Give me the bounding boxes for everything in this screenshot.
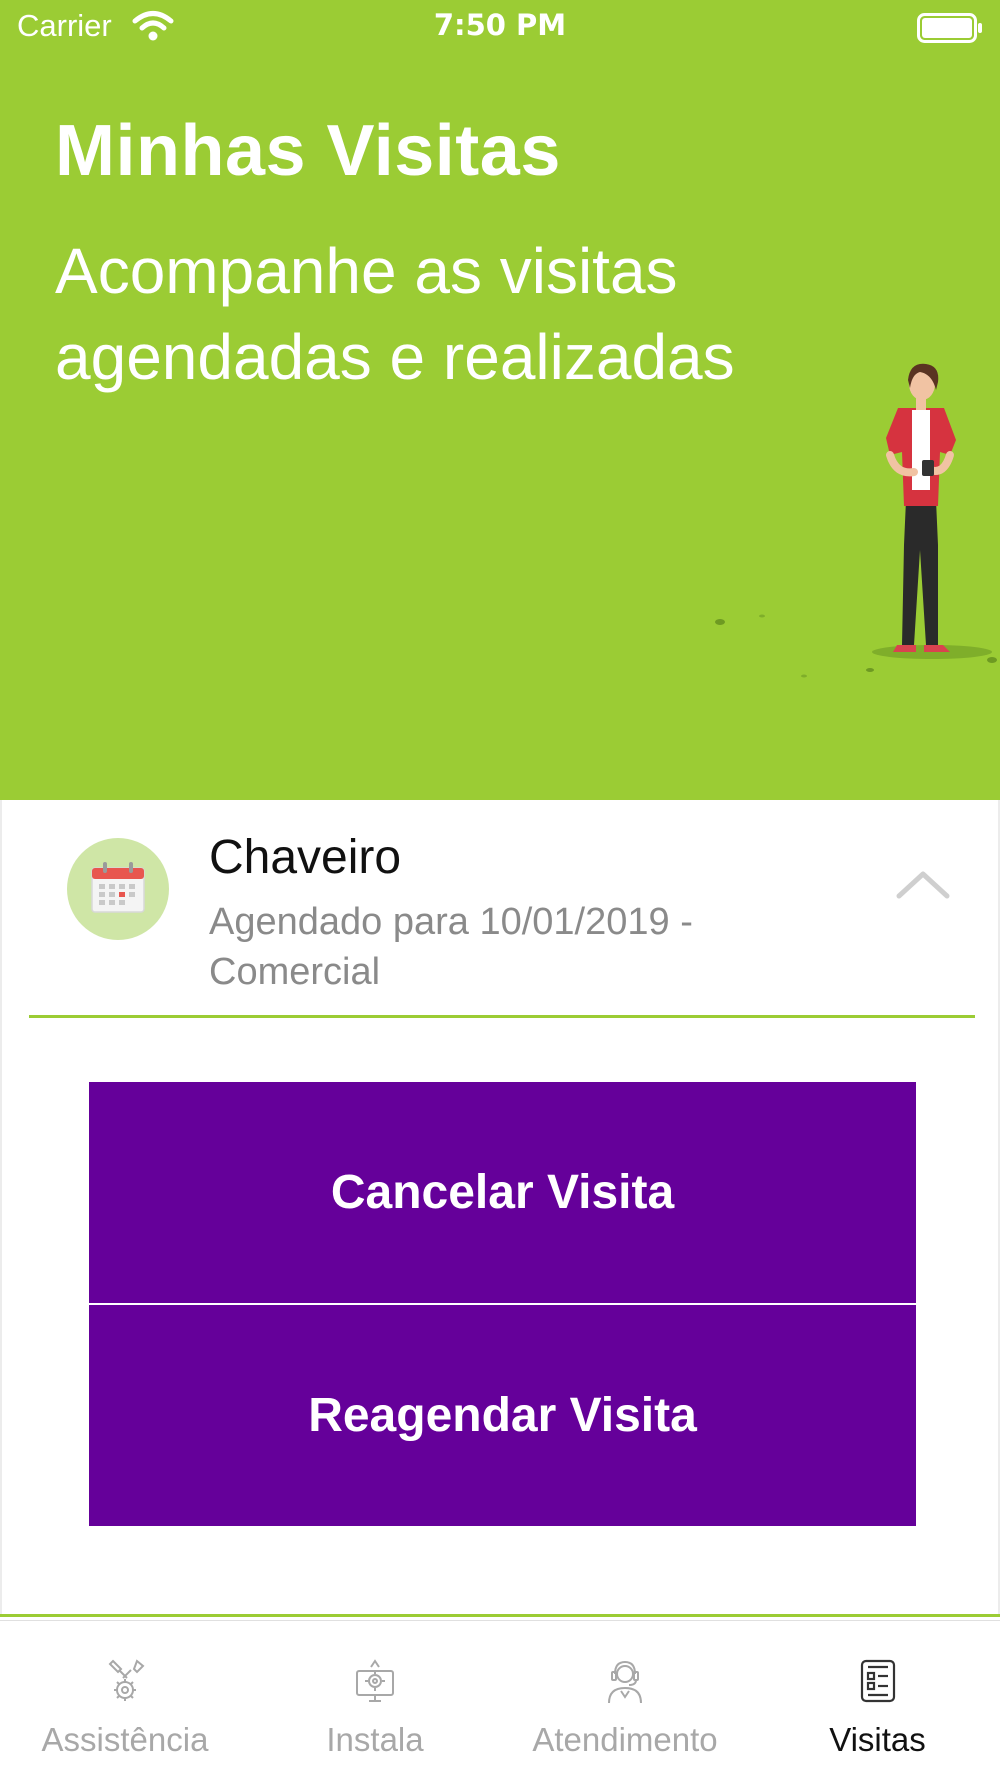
tab-label: Instala: [326, 1721, 424, 1758]
visit-item-header[interactable]: Chaveiro Agendado para 10/01/2019 - Come…: [2, 800, 1000, 1016]
visits-screen: Carrier 7:50 PM Minhas Visitas Acompanhe…: [0, 0, 1000, 1778]
reschedule-visit-button[interactable]: Reagendar Visita: [89, 1305, 916, 1526]
page-title: Minhas Visitas: [55, 111, 561, 191]
tab-assistencia[interactable]: Assistência: [20, 1621, 230, 1778]
cancel-visit-button[interactable]: Cancelar Visita: [89, 1082, 916, 1303]
calendar-icon: [91, 862, 145, 913]
status-bar: Carrier 7:50 PM: [0, 0, 1000, 56]
tab-bar-accent-line: [0, 1614, 1000, 1617]
visit-subtitle: Agendado para 10/01/2019 - Comercial: [209, 901, 693, 993]
visit-divider: [29, 1015, 975, 1018]
tab-label: Assistência: [41, 1721, 209, 1758]
tab-instala[interactable]: Instala: [275, 1621, 475, 1778]
tools-gear-icon: [108, 1659, 145, 1701]
clock-time: 7:50 PM: [433, 8, 567, 42]
monitor-gear-icon: [356, 1659, 394, 1702]
support-agent-icon: [608, 1660, 642, 1704]
woman-with-phone-illustration: [715, 363, 997, 678]
checklist-icon: [860, 1659, 895, 1703]
calendar-avatar: [67, 838, 169, 940]
tab-visitas[interactable]: Visitas: [780, 1621, 975, 1778]
visit-card: Chaveiro Agendado para 10/01/2019 - Come…: [0, 800, 1000, 1615]
page-subtitle: Acompanhe as visitas agendadas e realiza…: [55, 235, 735, 393]
bottom-tab-bar: Assistência Instala Atendimento Visitas: [0, 1620, 1000, 1778]
tab-label: Atendimento: [532, 1721, 718, 1758]
chevron-up-icon[interactable]: [895, 866, 951, 902]
tab-label: Visitas: [829, 1721, 926, 1758]
tab-atendimento[interactable]: Atendimento: [515, 1621, 735, 1778]
battery-icon: [917, 13, 982, 43]
visit-title: Chaveiro: [209, 831, 402, 884]
header-banner: Carrier 7:50 PM Minhas Visitas Acompanhe…: [0, 0, 1000, 800]
